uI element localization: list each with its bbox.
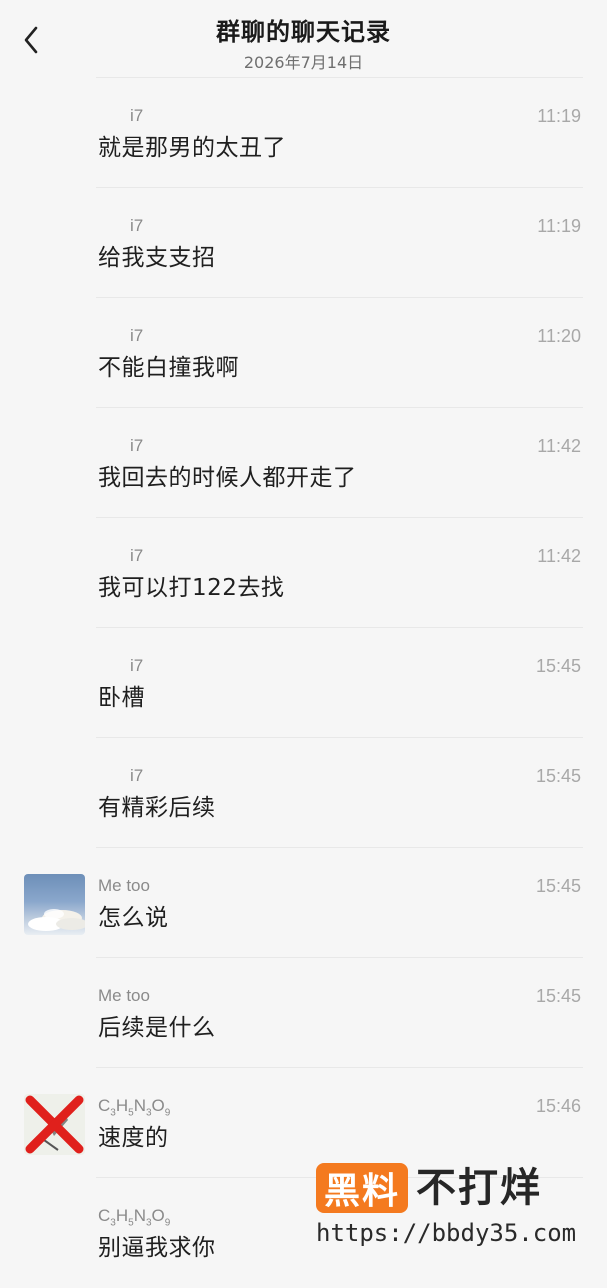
header: 群聊的聊天记录 2026年7月14日: [0, 0, 607, 76]
message-item: i7 15:45 卧槽: [0, 628, 607, 738]
message-item: Me too 15:45 后续是什么: [0, 958, 607, 1068]
message-item: i7 11:42 我可以打122去找: [0, 518, 607, 628]
clouds-icon: [28, 909, 85, 931]
message-text: 别逼我求你: [98, 1235, 216, 1261]
message-text: 卧槽: [98, 685, 145, 711]
message-text: 速度的: [98, 1125, 169, 1151]
message-item: C3H5N3O9 15:46 速度的: [0, 1068, 607, 1178]
message-time: 11:19: [537, 106, 581, 126]
message-time: 11:42: [537, 436, 581, 456]
watermark-slogan: 不打烊: [416, 1165, 542, 1211]
message-time: 11:20: [537, 326, 581, 346]
message-text: 不能白撞我啊: [98, 355, 239, 381]
message-item: i7 11:20 不能白撞我啊: [0, 298, 607, 408]
message-time: 11:19: [537, 216, 581, 236]
message-time: 11:42: [537, 546, 581, 566]
message-item: i7 11:42 我回去的时候人都开走了: [0, 408, 607, 518]
message-sender: C3H5N3O9: [98, 1096, 171, 1119]
red-x-avatar[interactable]: [24, 1094, 85, 1155]
message-sender: Me too: [98, 986, 150, 1005]
watermark: 黑料 不打烊 https://bbdy35.com: [316, 1163, 586, 1268]
message-text: 有精彩后续: [98, 795, 216, 821]
chat-date: 2026年7月14日: [243, 53, 364, 72]
message-sender: i7: [130, 216, 144, 235]
watermark-url: https://bbdy35.com: [316, 1219, 577, 1247]
message-time: 15:45: [535, 986, 581, 1006]
message-item: i7 11:19 给我支支招: [0, 188, 607, 298]
message-item: Me too 15:45 怎么说: [0, 848, 607, 958]
message-time: 15:46: [535, 1096, 581, 1116]
message-sender: i7: [130, 656, 144, 675]
message-time: 15:45: [535, 876, 581, 896]
message-time: 15:45: [535, 766, 581, 786]
message-sender: i7: [130, 326, 144, 345]
watermark-logo-box: 黑料: [316, 1163, 408, 1213]
message-time: 15:45: [535, 656, 581, 676]
message-sender: Me too: [98, 876, 150, 895]
message-sender: C3H5N3O9: [98, 1206, 171, 1229]
red-x-icon: [25, 1095, 84, 1154]
page-title: 群聊的聊天记录: [216, 18, 391, 46]
message-sender: i7: [130, 546, 144, 565]
message-text: 后续是什么: [98, 1015, 216, 1041]
message-sender: i7: [130, 766, 144, 785]
message-item: i7 11:19 就是那男的太丑了: [0, 78, 607, 188]
message-sender: i7: [130, 436, 144, 455]
message-text: 怎么说: [98, 905, 169, 931]
message-sender: i7: [130, 106, 144, 125]
sky-clouds-avatar[interactable]: [24, 874, 85, 935]
message-text: 就是那男的太丑了: [98, 135, 286, 161]
message-text: 给我支支招: [98, 245, 216, 271]
message-item: i7 15:45 有精彩后续: [0, 738, 607, 848]
message-text: 我回去的时候人都开走了: [98, 465, 357, 491]
message-text: 我可以打122去找: [98, 575, 285, 601]
